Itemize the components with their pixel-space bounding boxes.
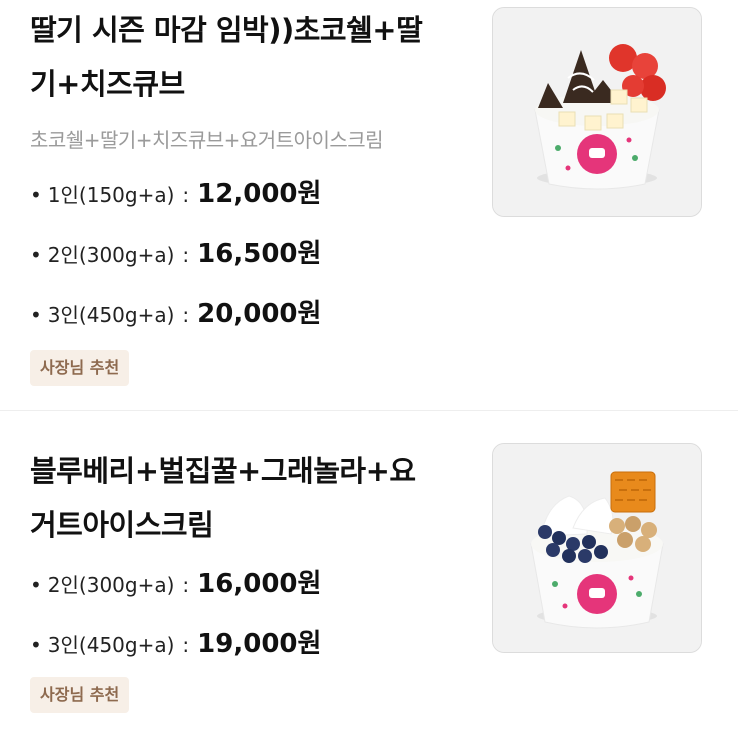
price-option-row: • 1인(150g+a) : 12,000원 [30,173,321,210]
separator: : [182,573,190,597]
option-label: 2인(300g+a) [47,573,175,597]
price-option-row: • 2인(300g+a) : 16,000원 [30,563,321,600]
yogurt-bowl-strawberry-chocolate-icon [493,8,701,216]
price-option-row: • 3인(450g+a) : 19,000원 [30,623,321,660]
owner-recommend-badge: 사장님 추천 [30,677,130,713]
bullet: • [30,243,42,267]
option-price: 19,000원 [197,629,322,659]
menu-item-description: 초코쉘+딸기+치즈큐브+요거트아이스크림 [30,128,384,152]
separator: : [182,183,190,207]
owner-recommend-badge: 사장님 추천 [30,350,130,386]
option-price: 12,000원 [197,179,322,209]
menu-item-title: 딸기 시즌 마감 임박))초코쉘+딸 기+치즈큐브 [30,13,423,101]
menu-item-image[interactable] [492,443,702,653]
bullet: • [30,303,42,327]
bullet: • [30,573,42,597]
separator: : [182,243,190,267]
option-price: 16,000원 [197,569,322,599]
separator: : [182,633,190,657]
menu-item-image[interactable] [492,7,702,217]
option-label: 3인(450g+a) [47,303,175,327]
price-option-row: • 2인(300g+a) : 16,500원 [30,233,321,270]
bullet: • [30,183,42,207]
option-price: 20,000원 [197,299,322,329]
menu-item-title: 블루베리+벌집꿀+그래놀라+요 거트아이스크림 [30,454,416,542]
menu-item[interactable]: 블루베리+벌집꿀+그래놀라+요 거트아이스크림 • 2인(300g+a) : 1… [0,410,738,741]
option-price: 16,500원 [197,239,322,269]
option-label: 2인(300g+a) [47,243,175,267]
yogurt-bowl-blueberry-honeycomb-icon [493,444,701,652]
price-option-row: • 3인(450g+a) : 20,000원 [30,293,321,330]
bullet: • [30,633,42,657]
separator: : [182,303,190,327]
option-label: 1인(150g+a) [47,183,175,207]
menu-item[interactable]: 딸기 시즌 마감 임박))초코쉘+딸 기+치즈큐브 초코쉘+딸기+치즈큐브+요거… [0,0,738,410]
option-label: 3인(450g+a) [47,633,175,657]
